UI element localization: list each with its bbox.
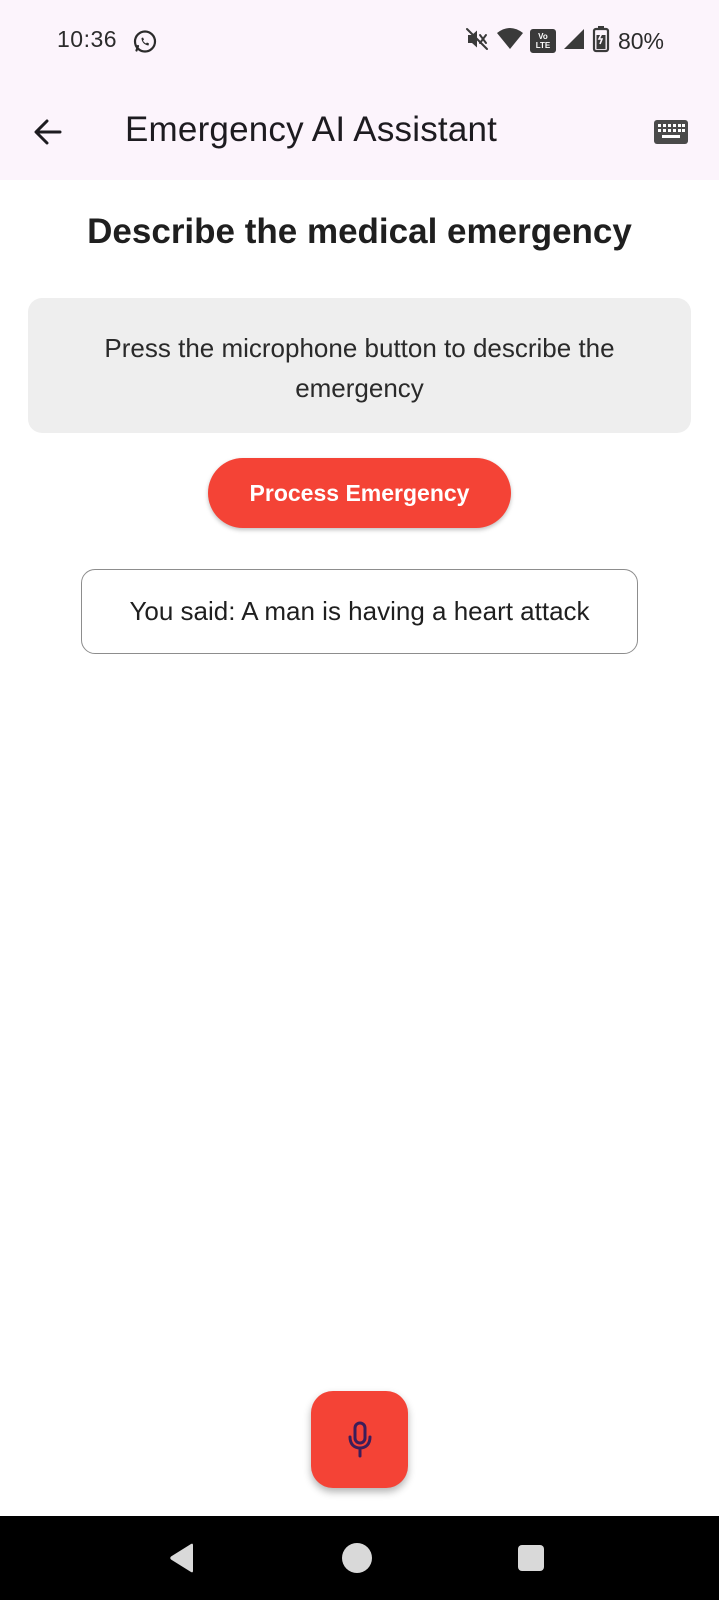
section-heading: Describe the medical emergency xyxy=(87,212,632,251)
transcript-text: You said: A man is having a heart attack xyxy=(129,596,590,626)
system-nav-bar xyxy=(0,1516,719,1600)
mute-icon xyxy=(464,26,490,57)
battery-icon xyxy=(592,25,610,58)
process-emergency-button[interactable]: Process Emergency xyxy=(208,458,511,528)
arrow-left-icon xyxy=(34,119,62,145)
microphone-icon xyxy=(348,1421,371,1457)
keyboard-button[interactable] xyxy=(645,106,697,158)
status-bar: 10:36 Vo LTE 80% xyxy=(0,0,719,84)
nav-back-icon xyxy=(170,1543,193,1573)
nav-home-button[interactable] xyxy=(335,1536,379,1580)
top-area: 10:36 Vo LTE 80% Emergency AI Assistant xyxy=(0,0,719,180)
instruction-text: Press the microphone button to describe … xyxy=(104,333,615,403)
status-icons: Vo LTE 80% xyxy=(464,25,664,58)
screen: 10:36 Vo LTE 80% Emergency AI Assistant … xyxy=(0,0,719,1600)
volte-icon: Vo LTE xyxy=(529,29,556,53)
nav-recents-button[interactable] xyxy=(509,1536,553,1580)
keyboard-icon xyxy=(654,120,688,144)
signal-icon xyxy=(562,27,586,56)
instruction-box: Press the microphone button to describe … xyxy=(28,298,691,433)
back-button[interactable] xyxy=(22,106,74,158)
app-bar: Emergency AI Assistant xyxy=(0,84,719,180)
transcript-box: You said: A man is having a heart attack xyxy=(81,569,638,654)
microphone-button[interactable] xyxy=(311,1391,408,1488)
nav-home-icon xyxy=(342,1543,372,1573)
wifi-icon xyxy=(496,27,524,56)
whatsapp-icon xyxy=(132,29,158,55)
battery-percentage: 80% xyxy=(617,27,664,54)
nav-recents-icon xyxy=(518,1545,544,1571)
status-time: 10:36 xyxy=(57,26,118,52)
nav-back-button[interactable] xyxy=(160,1536,204,1580)
page-title: Emergency AI Assistant xyxy=(125,110,498,149)
